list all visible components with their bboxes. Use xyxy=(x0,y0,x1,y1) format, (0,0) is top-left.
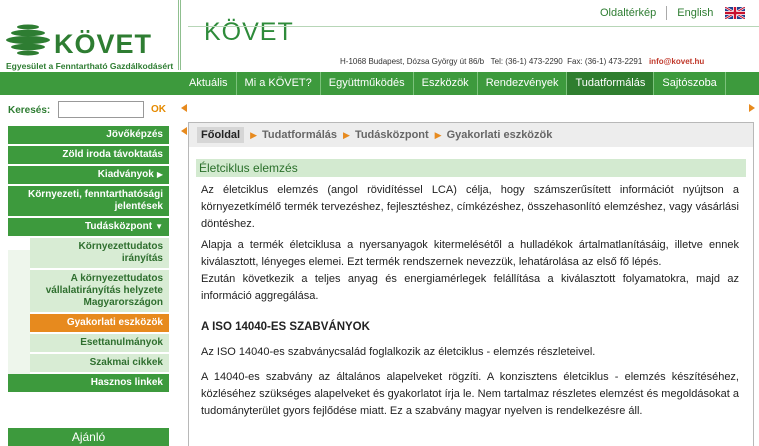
nav-item-eszkozok[interactable]: Eszközök xyxy=(414,72,478,95)
paragraph-intro: Az életciklus elemzés (angol rövidítésse… xyxy=(201,184,739,230)
email-link[interactable]: info@kovet.hu xyxy=(649,57,704,66)
nav-item-mi-a-kovet[interactable]: Mi a KÖVET? xyxy=(237,72,321,95)
sidebar-item-szakmai-cikkek[interactable]: Szakmai cikkek xyxy=(30,354,169,372)
nav-item-tudatformalas[interactable]: Tudatformálás xyxy=(567,72,655,95)
fax-text: Fax: (36-1) 473-2291 xyxy=(567,57,643,66)
sidebar: Jövőképzés Zöld iroda távoktatás Kiadván… xyxy=(8,126,169,394)
content-left-arrow-icon[interactable] xyxy=(181,127,187,135)
nav-item-egyuttmukodes[interactable]: Együttműködés xyxy=(321,72,414,95)
sidebar-item-gyakorlati-eszkozok[interactable]: Gyakorlati eszközök xyxy=(30,314,169,332)
sidebar-item-hasznos-linkek[interactable]: Hasznos linkek xyxy=(8,374,169,392)
leaf-logo-icon xyxy=(6,24,50,56)
sidebar-recommend-header: Ajánló xyxy=(8,428,169,446)
address-text: H-1068 Budapest, Dózsa György út 86/b xyxy=(340,57,485,66)
sidebar-item-esettanulmanyok[interactable]: Esettanulmányok xyxy=(30,334,169,352)
sidebar-item-tudaskozpont[interactable]: Tudásközpont ▼ xyxy=(8,218,169,236)
iso-heading: A ISO 14040-ES SZABVÁNYOK xyxy=(201,321,370,333)
collapse-left-arrow-icon[interactable] xyxy=(181,104,187,112)
search-label: Keresés: xyxy=(8,105,51,116)
breadcrumb-arrow-icon: ▶ xyxy=(434,129,442,140)
nav-item-sajtoszoba[interactable]: Sajtószoba xyxy=(654,72,726,95)
search-ok-button[interactable]: OK xyxy=(151,104,166,115)
paragraph-basis: Alapja a termék életciklusa a nyersanyag… xyxy=(201,239,739,268)
paragraph-next: Ezután következik a teljes anyag és ener… xyxy=(201,273,739,302)
expand-arrow-icon: ▶ xyxy=(156,170,163,179)
sidebar-item-jovokepzes[interactable]: Jövőképzés xyxy=(8,126,169,144)
paragraph-iso-family: Az ISO 14040-es szabványcsalád foglalkoz… xyxy=(201,346,596,358)
sidebar-item-jelentesek[interactable]: Környezeti, fenntarthatósági jelentések xyxy=(8,186,169,216)
logo-area[interactable]: KÖVET Egyesület a Fenntartható Gazdálkod… xyxy=(0,0,178,71)
sidebar-item-kiadvanyok[interactable]: Kiadványok ▶ xyxy=(8,166,169,184)
english-link[interactable]: English xyxy=(667,7,723,19)
breadcrumb: Főoldal ▶ Tudatformálás ▶ Tudásközpont ▶… xyxy=(189,123,753,147)
sitemap-link[interactable]: Oldaltérkép xyxy=(590,7,666,19)
nav-left-strip xyxy=(0,72,181,95)
collapse-arrow-icon: ▼ xyxy=(155,222,163,231)
logo-text: KÖVET xyxy=(54,29,153,59)
paragraph-iso-14040: A 14040-es szabvány az általános alapelv… xyxy=(201,371,739,417)
section-title: Életciklus elemzés xyxy=(196,159,746,177)
uk-flag-icon[interactable] xyxy=(725,7,746,19)
contact-line: H-1068 Budapest, Dózsa György út 86/b Te… xyxy=(340,57,704,66)
nav-item-rendezvenyek[interactable]: Rendezvények xyxy=(478,72,568,95)
header-rule xyxy=(188,26,759,27)
sidebar-item-zold-iroda[interactable]: Zöld iroda távoktatás xyxy=(8,146,169,164)
content-panel: Főoldal ▶ Tudatformálás ▶ Tudásközpont ▶… xyxy=(188,122,754,446)
breadcrumb-home[interactable]: Főoldal xyxy=(197,127,245,143)
breadcrumb-tudatformalas[interactable]: Tudatformálás xyxy=(262,129,337,141)
header-divider xyxy=(178,0,181,70)
nav-item-aktualis[interactable]: Aktuális xyxy=(181,72,237,95)
breadcrumb-current: Gyakorlati eszközök xyxy=(446,129,553,141)
site-title: KÖVET xyxy=(204,18,294,46)
main-nav: Aktuális Mi a KÖVET? Együttműködés Eszkö… xyxy=(181,72,759,95)
logo-subtitle: Egyesület a Fenntartható Gazdálkodásért xyxy=(6,61,174,71)
breadcrumb-arrow-icon: ▶ xyxy=(343,129,350,140)
sidebar-item-kornyezettudatos-iranyitas[interactable]: Környezettudatos irányítás xyxy=(30,238,169,268)
top-links: Oldaltérkép English xyxy=(590,6,746,20)
phone-text: Tel: (36-1) 473-2290 xyxy=(490,57,563,66)
breadcrumb-arrow-icon: ▶ xyxy=(250,129,258,140)
collapse-right-arrow-icon[interactable] xyxy=(749,104,755,112)
breadcrumb-tudaskozpont[interactable]: Tudásközpont xyxy=(355,129,429,141)
sidebar-item-vallalatiranyitas-helyzete[interactable]: A környezettudatos vállalatirányítás hel… xyxy=(30,270,169,312)
search-input[interactable] xyxy=(58,101,144,118)
